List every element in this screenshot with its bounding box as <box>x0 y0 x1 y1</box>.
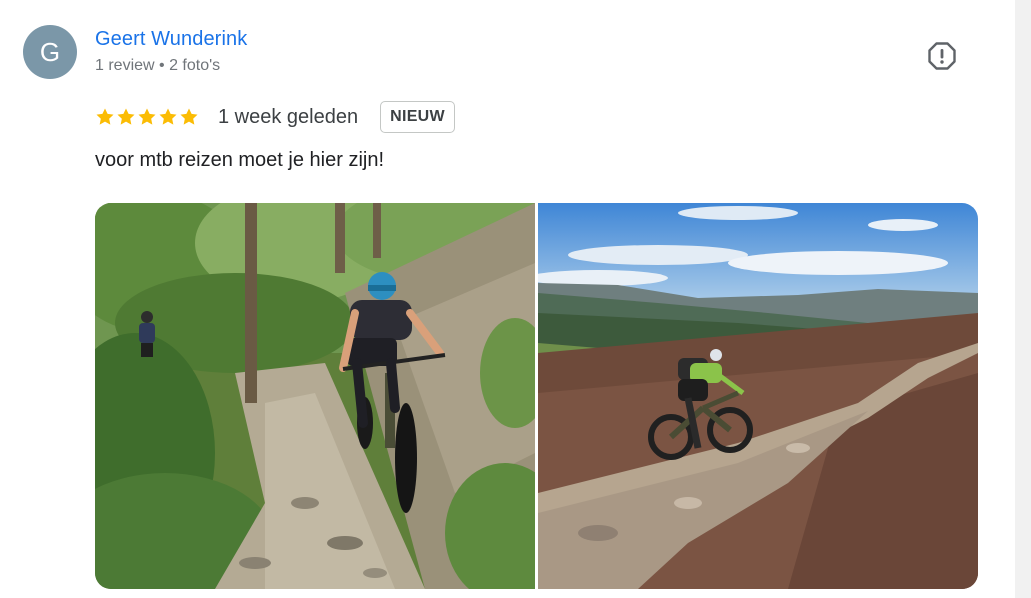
star-rating <box>95 107 199 127</box>
avatar[interactable]: G <box>23 25 77 79</box>
report-button[interactable] <box>926 40 958 72</box>
exclamation-octagon-icon <box>928 42 956 70</box>
review-text: voor mtb reizen moet je hier zijn! <box>95 149 385 171</box>
star-icon <box>180 108 198 125</box>
star-icon <box>138 108 156 125</box>
reviewer-name-link[interactable]: Geert Wunderink <box>95 28 247 51</box>
reviewer-meta: 1 review • 2 foto's <box>95 57 221 74</box>
star-icon <box>117 108 135 125</box>
star-icon <box>96 108 114 125</box>
moorland-trail-image <box>538 203 978 589</box>
review-photo-moorland-trail[interactable] <box>538 203 978 589</box>
forest-trail-image <box>95 203 535 589</box>
page-scrollbar[interactable] <box>1015 0 1031 598</box>
review-photo-forest-trail[interactable] <box>95 203 535 589</box>
star-icon <box>159 108 177 125</box>
photo-gallery <box>95 203 978 589</box>
rating-row: 1 week geleden NIEUW <box>95 99 455 135</box>
new-badge: NIEUW <box>380 101 455 133</box>
review-date: 1 week geleden <box>218 105 359 128</box>
avatar-initial: G <box>39 36 61 67</box>
